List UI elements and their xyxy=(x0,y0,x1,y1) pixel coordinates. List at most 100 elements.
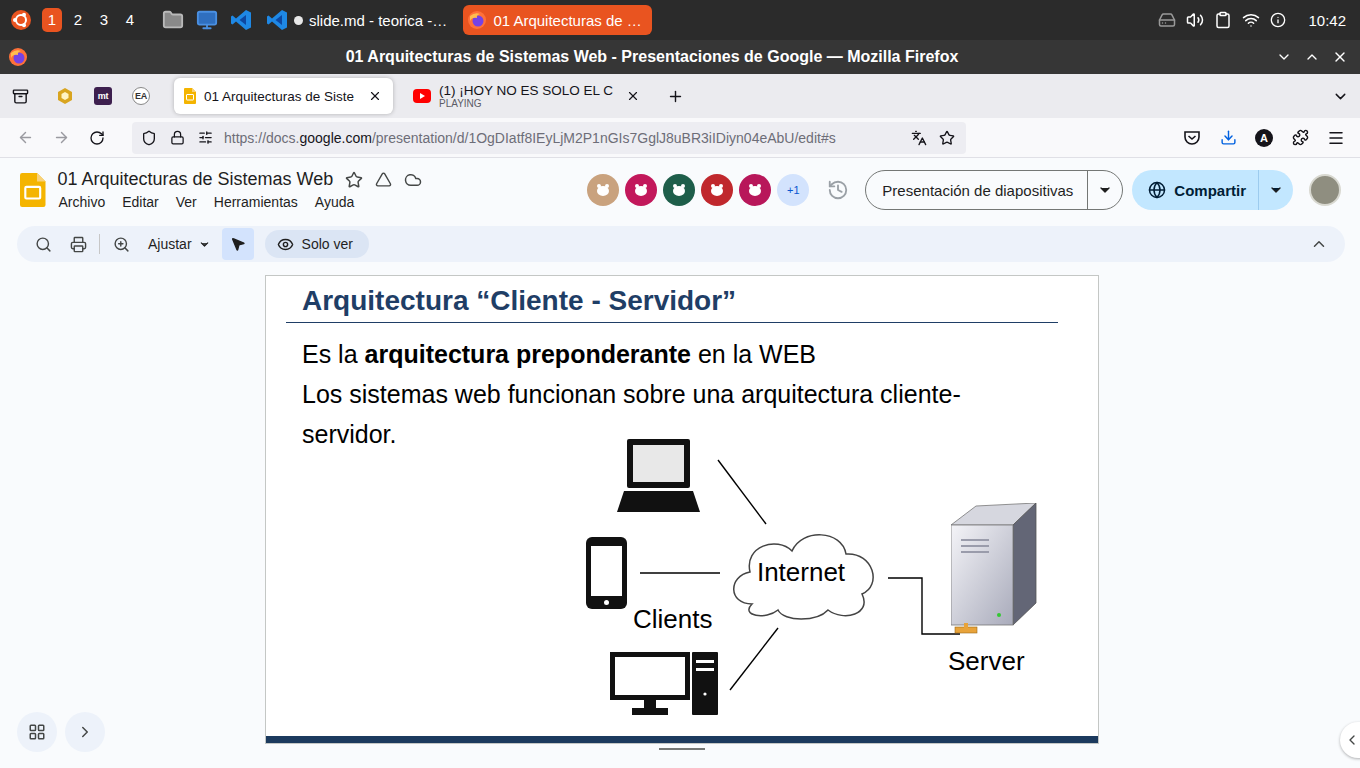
star-icon xyxy=(939,130,955,146)
menu-item[interactable]: Ayuda xyxy=(314,193,355,211)
close-window-icon[interactable] xyxy=(1332,49,1348,65)
pinned-tab[interactable]: mt xyxy=(84,78,122,114)
print-button[interactable] xyxy=(62,228,94,260)
select-tool-button[interactable] xyxy=(222,228,254,260)
collaborator-avatar[interactable] xyxy=(587,174,619,206)
expand-panel-button[interactable] xyxy=(65,712,105,752)
vscode-launcher-icon[interactable] xyxy=(230,9,252,31)
pocket-button[interactable] xyxy=(1176,122,1208,154)
grid-icon xyxy=(28,723,46,741)
browser-tab[interactable]: 01 Arquitecturas de Siste xyxy=(174,78,393,114)
menu-item[interactable]: Archivo xyxy=(58,193,107,211)
workspace-button[interactable]: 4 xyxy=(120,8,140,32)
slide-title: Arquitectura “Cliente - Servidor” xyxy=(266,276,1098,318)
star-doc-icon[interactable] xyxy=(345,171,363,189)
extensions-button[interactable] xyxy=(1284,122,1316,154)
side-panel-button[interactable] xyxy=(1340,722,1360,758)
drive-icon[interactable] xyxy=(1158,11,1176,29)
maximize-icon[interactable] xyxy=(1304,49,1320,65)
slides-logo-icon[interactable] xyxy=(184,88,196,104)
account-button[interactable]: A xyxy=(1248,122,1280,154)
close-tab-icon xyxy=(626,89,640,103)
menu-item[interactable]: Editar xyxy=(121,193,160,211)
downloads-button[interactable] xyxy=(1212,122,1244,154)
site-info-button[interactable] xyxy=(164,125,190,151)
server-label: Server xyxy=(948,646,1025,676)
workspace-button[interactable]: 2 xyxy=(68,8,88,32)
slide-footer-bar xyxy=(266,736,1098,743)
close-tab-button[interactable] xyxy=(363,84,387,108)
collaborator-avatar[interactable] xyxy=(663,174,695,206)
mode-chip[interactable]: Solo ver xyxy=(265,230,369,258)
collapse-toolbar-button[interactable] xyxy=(1303,228,1335,260)
forward-button[interactable] xyxy=(45,122,77,154)
ubuntu-logo-icon[interactable] xyxy=(10,9,32,31)
list-tabs-button[interactable] xyxy=(1324,80,1356,112)
firefox-view-button[interactable] xyxy=(4,80,36,112)
toolbar: Ajustar Solo ver xyxy=(17,226,1345,262)
share-button[interactable]: Compartir xyxy=(1132,170,1293,210)
tab-strip: mtEA 01 Arquitecturas de Siste (1) ¡HOY NO… xyxy=(0,74,1360,118)
collaborator-avatar[interactable] xyxy=(625,174,657,206)
collaborator-avatar[interactable] xyxy=(739,174,771,206)
workspace-button[interactable]: 3 xyxy=(94,8,114,32)
new-tab-button[interactable] xyxy=(659,80,691,112)
pocket-icon[interactable] xyxy=(1183,129,1201,147)
info-icon[interactable] xyxy=(1270,12,1286,28)
search-button[interactable] xyxy=(27,228,59,260)
address-bar[interactable]: https://docs.google.com/presentation/d/1… xyxy=(132,122,966,154)
notes-resize-handle[interactable] xyxy=(659,748,705,750)
browser-tab[interactable]: (1) ¡HOY NO ES SOLO EL CPLAYING xyxy=(403,78,651,114)
url-text[interactable]: https://docs.google.com/presentation/d/1… xyxy=(224,130,904,146)
app-launcher[interactable] xyxy=(160,7,186,33)
slides-logo-icon[interactable] xyxy=(20,173,46,207)
move-to-drive-icon[interactable] xyxy=(375,171,392,188)
history-icon[interactable] xyxy=(827,179,849,201)
app-menu-button[interactable] xyxy=(1320,122,1352,154)
slide-canvas: Arquitectura “Cliente - Servidor”Es la a… xyxy=(0,262,1360,768)
window-button[interactable]: 01 Arquitecturas de … xyxy=(463,5,651,35)
tracking-protection-button[interactable] xyxy=(136,125,162,151)
present-button[interactable]: Presentación de diapositivas xyxy=(865,170,1123,210)
share-options-icon[interactable] xyxy=(1268,182,1284,198)
zoom-icon xyxy=(113,236,130,253)
menu-item[interactable]: Herramientas xyxy=(213,193,299,211)
files-launcher-icon[interactable] xyxy=(162,9,184,31)
unsaved-dot xyxy=(294,16,303,25)
clipboard-icon[interactable] xyxy=(1214,11,1232,29)
app-launcher[interactable] xyxy=(228,7,254,33)
activities-button[interactable] xyxy=(8,7,34,33)
internet-label: Internet xyxy=(757,557,845,587)
display-launcher-icon[interactable] xyxy=(196,9,218,31)
reload-button[interactable] xyxy=(81,122,113,154)
back-button[interactable] xyxy=(9,122,41,154)
saved-status-icon[interactable] xyxy=(404,171,422,189)
wifi-icon[interactable] xyxy=(1242,11,1260,29)
animal-avatar-icon xyxy=(670,181,688,199)
tab-title: (1) ¡HOY NO ES SOLO EL C xyxy=(439,83,613,98)
minimize-icon[interactable] xyxy=(1276,49,1292,65)
workspace-button[interactable]: 1 xyxy=(42,8,62,32)
present-options-icon[interactable] xyxy=(1097,182,1113,198)
pinned-tab[interactable]: EA xyxy=(122,78,160,114)
bookmark-button[interactable] xyxy=(934,125,960,151)
plus-icon xyxy=(667,88,684,105)
grid-view-button[interactable] xyxy=(17,712,57,752)
slides-header: 01 Arquitecturas de Sistemas Web Archivo E… xyxy=(0,158,1360,222)
permissions-button[interactable] xyxy=(192,125,218,151)
translate-button[interactable] xyxy=(906,125,932,151)
user-avatar[interactable] xyxy=(1309,174,1341,206)
clock[interactable]: 10:42 xyxy=(1308,12,1346,29)
zoom-select[interactable]: Ajustar xyxy=(140,236,219,252)
window-button[interactable]: slide.md - teorica -… xyxy=(262,5,457,35)
app-launcher[interactable] xyxy=(194,7,220,33)
collaborator-avatar[interactable] xyxy=(701,174,733,206)
close-tab-button[interactable] xyxy=(621,84,645,108)
vscode-icon[interactable] xyxy=(266,9,288,31)
zoom-button[interactable] xyxy=(105,228,137,260)
pinned-tab[interactable] xyxy=(46,78,84,114)
volume-icon[interactable] xyxy=(1186,11,1204,29)
document-title[interactable]: 01 Arquitecturas de Sistemas Web xyxy=(58,169,334,190)
more-collaborators[interactable]: +1 xyxy=(777,174,809,206)
menu-item[interactable]: Ver xyxy=(175,193,198,211)
